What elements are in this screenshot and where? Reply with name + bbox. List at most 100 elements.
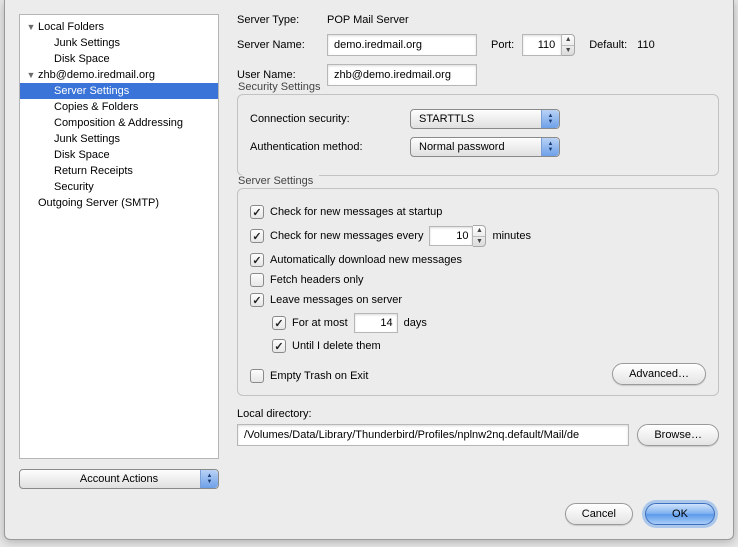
check-every-stepper: ▲▼ xyxy=(429,225,486,247)
fetch-headers-row: Fetch headers only xyxy=(250,273,706,287)
tree-label: Composition & Addressing xyxy=(54,117,183,129)
auto-download-checkbox[interactable] xyxy=(250,253,264,267)
until-delete-checkbox[interactable] xyxy=(272,339,286,353)
tree-item-disk-space-2[interactable]: Disk Space xyxy=(20,147,218,163)
server-type-row: Server Type: POP Mail Server xyxy=(237,14,719,26)
local-dir-label: Local directory: xyxy=(237,408,719,420)
account-settings-window: ▼ Local Folders Junk Settings Disk Space… xyxy=(4,0,734,540)
select-chevrons-icon: ▲▼ xyxy=(541,138,559,156)
security-group-title: Security Settings xyxy=(238,81,327,93)
content-area: ▼ Local Folders Junk Settings Disk Space… xyxy=(5,0,733,491)
connection-security-label: Connection security: xyxy=(250,113,410,125)
dialog-footer: Cancel OK xyxy=(5,491,733,539)
auto-download-label: Automatically download new messages xyxy=(270,254,462,266)
account-actions-popup[interactable]: Account Actions ▲▼ xyxy=(19,469,219,489)
ok-button[interactable]: OK xyxy=(645,503,715,525)
default-port-value: 110 xyxy=(637,39,655,51)
check-startup-label: Check for new messages at startup xyxy=(270,206,442,218)
until-delete-row: Until I delete them xyxy=(250,339,706,353)
for-at-most-label-post: days xyxy=(404,317,427,329)
tree-label: Local Folders xyxy=(38,21,104,33)
until-delete-label: Until I delete them xyxy=(292,340,381,352)
popup-chevrons-icon: ▲▼ xyxy=(200,470,218,488)
settings-panel: Server Type: POP Mail Server Server Name… xyxy=(219,14,719,491)
tree-item-junk-settings[interactable]: Junk Settings xyxy=(20,35,218,51)
tree-label: Server Settings xyxy=(54,85,129,97)
tree-label: Outgoing Server (SMTP) xyxy=(38,197,159,209)
leave-on-server-checkbox[interactable] xyxy=(250,293,264,307)
tree-item-junk-settings-2[interactable]: Junk Settings xyxy=(20,131,218,147)
check-every-label-post: minutes xyxy=(492,230,531,242)
fetch-headers-checkbox[interactable] xyxy=(250,273,264,287)
check-every-label-pre: Check for new messages every xyxy=(270,230,423,242)
account-tree[interactable]: ▼ Local Folders Junk Settings Disk Space… xyxy=(19,14,219,459)
user-name-label: User Name: xyxy=(237,69,327,81)
connection-security-row: Connection security: STARTTLS ▲▼ xyxy=(250,109,706,129)
port-stepper: ▲▼ xyxy=(522,34,575,56)
auth-method-value: Normal password xyxy=(419,141,505,153)
tree-item-server-settings[interactable]: Server Settings xyxy=(20,83,218,99)
for-at-most-label-pre: For at most xyxy=(292,317,348,329)
empty-trash-checkbox[interactable] xyxy=(250,369,264,383)
for-at-most-input[interactable] xyxy=(354,313,398,333)
server-type-label: Server Type: xyxy=(237,14,327,26)
tree-item-return-receipts[interactable]: Return Receipts xyxy=(20,163,218,179)
browse-button[interactable]: Browse… xyxy=(637,424,719,446)
tree-label: Junk Settings xyxy=(54,133,120,145)
tree-item-account[interactable]: ▼ zhb@demo.iredmail.org xyxy=(20,67,218,83)
server-name-row: Server Name: Port: ▲▼ Default: 110 xyxy=(237,34,719,56)
tree-label: Disk Space xyxy=(54,149,110,161)
tree-label: Junk Settings xyxy=(54,37,120,49)
check-every-input[interactable] xyxy=(429,226,473,246)
auto-download-row: Automatically download new messages xyxy=(250,253,706,267)
for-at-most-row: For at most days xyxy=(250,313,706,333)
connection-security-value: STARTTLS xyxy=(419,113,474,125)
auth-method-label: Authentication method: xyxy=(250,141,410,153)
server-settings-group: Server Settings Check for new messages a… xyxy=(237,188,719,396)
stepper-arrows-icon[interactable]: ▲▼ xyxy=(473,225,486,247)
select-chevrons-icon: ▲▼ xyxy=(541,110,559,128)
tree-item-outgoing-smtp[interactable]: Outgoing Server (SMTP) xyxy=(20,195,218,211)
tree-item-local-folders[interactable]: ▼ Local Folders xyxy=(20,19,218,35)
tree-label: Copies & Folders xyxy=(54,101,138,113)
sidebar: ▼ Local Folders Junk Settings Disk Space… xyxy=(19,14,219,491)
check-every-row: Check for new messages every ▲▼ minutes xyxy=(250,225,706,247)
fetch-headers-label: Fetch headers only xyxy=(270,274,364,286)
tree-item-disk-space[interactable]: Disk Space xyxy=(20,51,218,67)
advanced-button[interactable]: Advanced… xyxy=(612,363,706,385)
local-dir-row: Browse… xyxy=(237,424,719,446)
connection-security-select[interactable]: STARTTLS ▲▼ xyxy=(410,109,560,129)
cancel-button[interactable]: Cancel xyxy=(565,503,633,525)
empty-trash-inner: Empty Trash on Exit xyxy=(250,369,368,383)
server-type-value: POP Mail Server xyxy=(327,14,409,26)
tree-item-composition[interactable]: Composition & Addressing xyxy=(20,115,218,131)
port-input[interactable] xyxy=(522,34,562,56)
server-group-title: Server Settings xyxy=(238,175,319,187)
server-name-input[interactable] xyxy=(327,34,477,56)
account-actions-wrap: Account Actions ▲▼ xyxy=(19,469,219,491)
for-at-most-checkbox[interactable] xyxy=(272,316,286,330)
empty-trash-label: Empty Trash on Exit xyxy=(270,370,368,382)
default-port-label: Default: xyxy=(589,39,627,51)
empty-trash-row: Empty Trash on Exit Advanced… xyxy=(250,359,706,385)
tree-item-security[interactable]: Security xyxy=(20,179,218,195)
tree-label: Return Receipts xyxy=(54,165,133,177)
local-dir-input[interactable] xyxy=(237,424,629,446)
auth-method-select[interactable]: Normal password ▲▼ xyxy=(410,137,560,157)
port-label: Port: xyxy=(491,39,514,51)
check-every-checkbox[interactable] xyxy=(250,229,264,243)
leave-on-server-row: Leave messages on server xyxy=(250,293,706,307)
tree-item-copies-folders[interactable]: Copies & Folders xyxy=(20,99,218,115)
server-name-label: Server Name: xyxy=(237,39,327,51)
user-name-input[interactable] xyxy=(327,64,477,86)
disclosure-triangle-icon[interactable]: ▼ xyxy=(26,22,36,32)
tree-label: zhb@demo.iredmail.org xyxy=(38,69,155,81)
port-stepper-arrows[interactable]: ▲▼ xyxy=(562,34,575,56)
tree-label: Security xyxy=(54,181,94,193)
check-startup-checkbox[interactable] xyxy=(250,205,264,219)
security-settings-group: Security Settings Connection security: S… xyxy=(237,94,719,176)
account-actions-label: Account Actions xyxy=(80,473,158,485)
leave-on-server-label: Leave messages on server xyxy=(270,294,402,306)
tree-label: Disk Space xyxy=(54,53,110,65)
disclosure-triangle-icon[interactable]: ▼ xyxy=(26,70,36,80)
